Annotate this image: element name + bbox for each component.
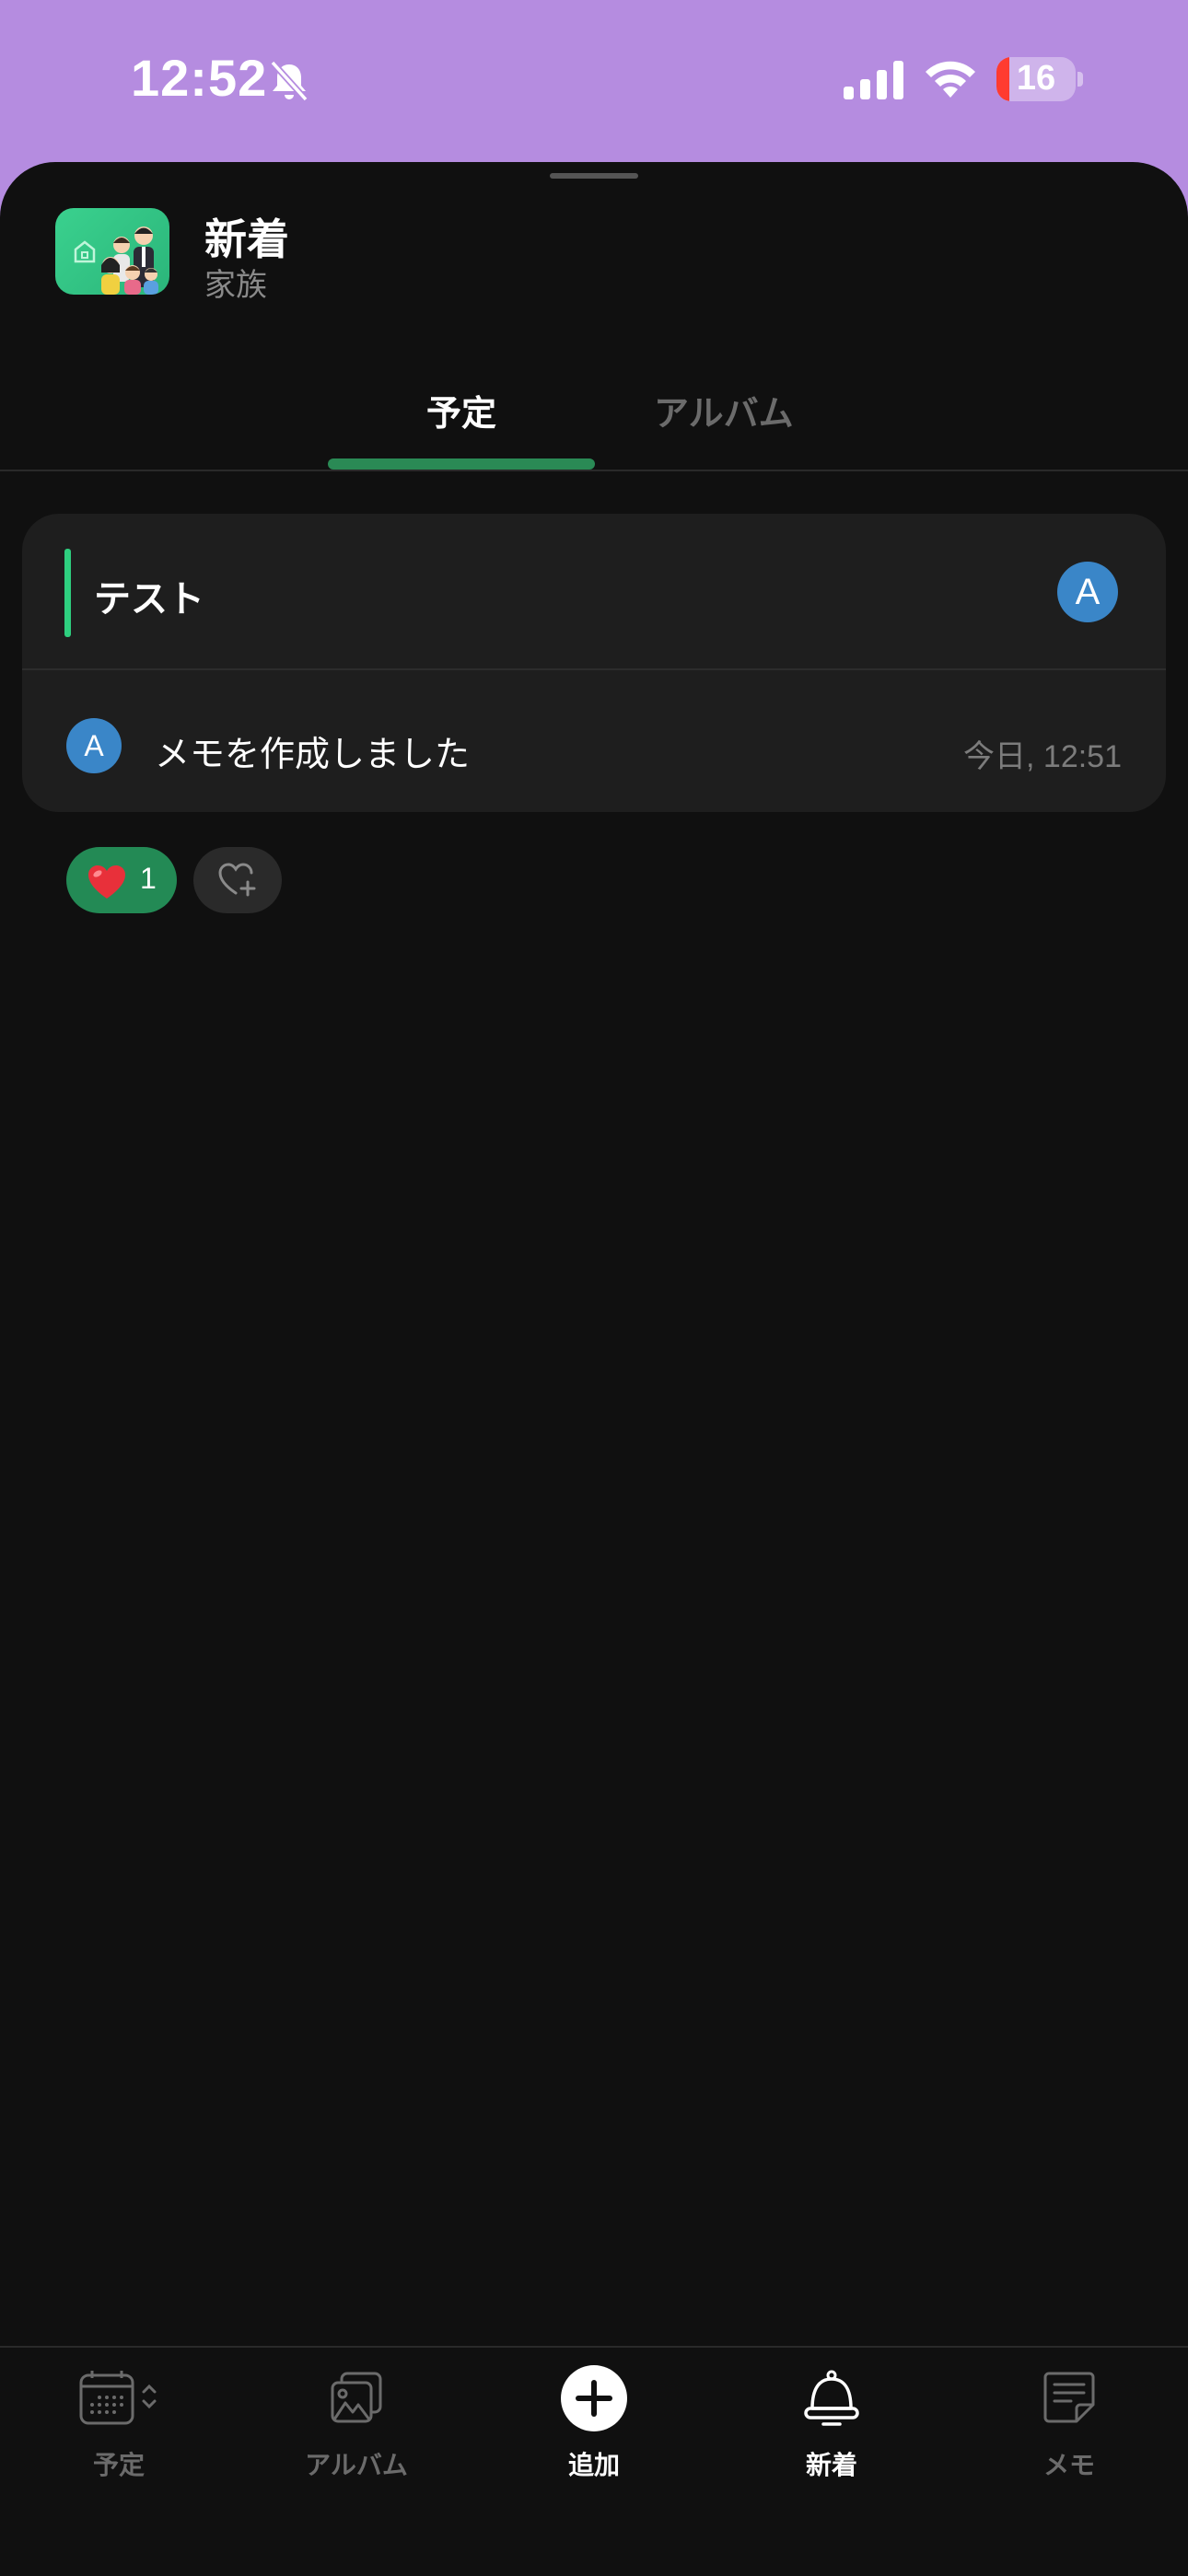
tab-divider — [0, 470, 1188, 471]
memo-icon — [1043, 2372, 1095, 2423]
activity-timestamp: 今日, 12:51 — [963, 739, 1122, 774]
card-divider — [22, 668, 1166, 670]
card-title: テスト — [94, 578, 204, 621]
tab-album[interactable]: アルバム — [654, 385, 794, 435]
nav-item-schedule[interactable]: 予定 — [0, 2348, 238, 2532]
sheet: 新着 家族 予定 アルバム テスト A A メモを作成しました 今日, 12:5… — [0, 162, 1188, 2574]
nav-item-news[interactable]: 新着 — [713, 2348, 950, 2532]
nav-label-add: 追加 — [567, 2450, 620, 2480]
avatar[interactable]: A — [1057, 562, 1118, 622]
family-illustration-icon — [74, 226, 158, 295]
nav-label-album: アルバム — [305, 2450, 408, 2480]
bottom-tab-bar: 予定 アルバム 追加 新着 メモ — [0, 2346, 1188, 2576]
battery-nub — [1077, 72, 1083, 87]
nav-item-add[interactable]: 追加 — [475, 2348, 713, 2532]
add-reaction-button[interactable] — [193, 847, 282, 913]
nav-label-memo: メモ — [1042, 2450, 1095, 2480]
cellular-signal-icon — [844, 61, 903, 99]
status-time: 12:52 — [131, 49, 268, 107]
family-app-icon — [55, 208, 169, 295]
heart-reaction-button[interactable]: 1 — [66, 847, 177, 913]
wifi-icon — [926, 61, 975, 98]
battery-percentage: 16 — [1016, 59, 1056, 98]
group-name: 家族 — [204, 267, 267, 304]
nav-item-album[interactable]: アルバム — [238, 2348, 475, 2532]
reaction-count: 1 — [140, 862, 157, 895]
photo-album-icon — [331, 2372, 382, 2423]
status-bar: 12:52 16 — [0, 0, 1188, 161]
nav-label-schedule: 予定 — [92, 2450, 145, 2480]
activity-text: メモを作成しました — [155, 734, 471, 774]
nav-label-news: 新着 — [805, 2450, 857, 2480]
bell-slash-icon — [270, 60, 309, 102]
activity-avatar[interactable]: A — [66, 718, 122, 773]
card-color-bar — [64, 549, 71, 637]
heart-icon — [88, 865, 125, 899]
nav-item-memo[interactable]: メモ — [950, 2348, 1188, 2532]
tab-selected-indicator — [328, 458, 595, 470]
battery-indicator: 16 — [996, 57, 1076, 101]
activity-card[interactable]: テスト A A メモを作成しました 今日, 12:51 — [22, 514, 1166, 812]
tab-schedule[interactable]: 予定 — [426, 385, 496, 435]
add-icon — [561, 2365, 627, 2431]
page-title: 新着 — [204, 215, 289, 264]
sheet-grabber[interactable] — [550, 173, 638, 179]
calendar-icon — [79, 2371, 157, 2425]
bell-icon — [804, 2370, 859, 2426]
heart-plus-icon — [218, 863, 256, 897]
